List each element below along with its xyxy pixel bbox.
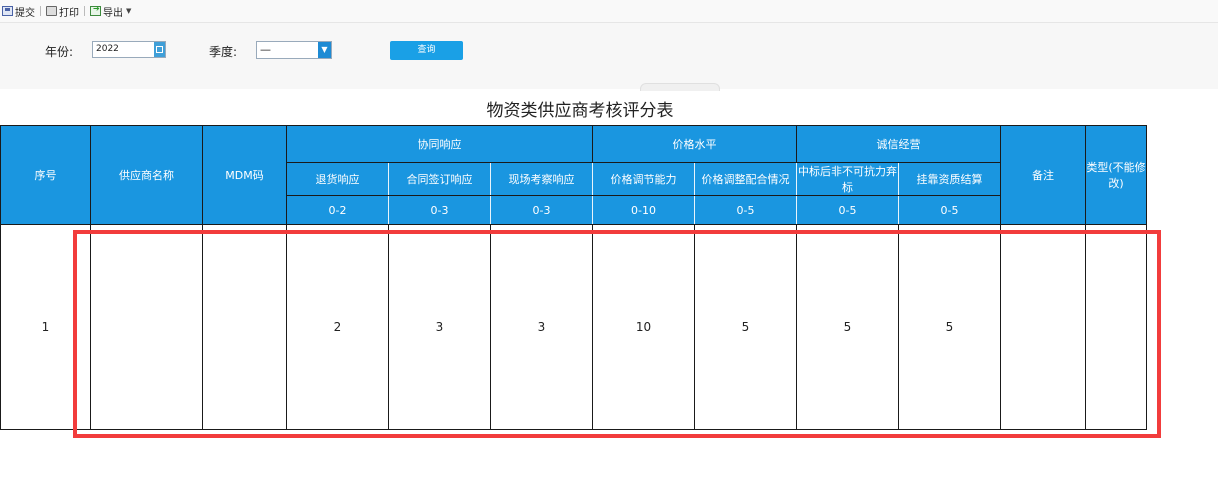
- range-cell: 0-5: [796, 195, 899, 225]
- score-cell[interactable]: 5: [694, 224, 797, 430]
- subheader-cell: 价格调节能力: [592, 162, 695, 196]
- collapse-panel-handle[interactable]: [640, 83, 720, 91]
- submit-button[interactable]: 提交: [0, 4, 37, 19]
- query-button[interactable]: 查询: [390, 41, 463, 60]
- print-button[interactable]: 打印: [44, 4, 81, 19]
- mdm-code-cell[interactable]: [202, 224, 287, 430]
- score-cell[interactable]: 5: [796, 224, 899, 430]
- header-group-price: 价格水平: [592, 125, 797, 163]
- range-cell: 0-10: [592, 195, 695, 225]
- header-group-integrity: 诚信经营: [796, 125, 1001, 163]
- score-cell[interactable]: 2: [286, 224, 389, 430]
- year-label: 年份:: [45, 45, 74, 59]
- score-cell[interactable]: 3: [388, 224, 491, 430]
- subheader-cell: 价格调整配合情况: [694, 162, 797, 196]
- subheader-cell: 现场考察响应: [490, 162, 593, 196]
- subheader-cell: 退货响应: [286, 162, 389, 196]
- score-cell[interactable]: 10: [592, 224, 695, 430]
- season-label: 季度:: [209, 45, 238, 59]
- export-icon: [90, 4, 101, 16]
- submit-label: 提交: [15, 7, 35, 19]
- score-cell[interactable]: 5: [898, 224, 1001, 430]
- calendar-icon[interactable]: [154, 42, 165, 57]
- header-supplier-name: 供应商名称: [90, 125, 203, 225]
- filter-panel: [0, 23, 1218, 89]
- header-mdm-code: MDM码: [202, 125, 287, 225]
- toolbar-divider: [84, 6, 85, 16]
- chevron-down-icon[interactable]: ▼: [126, 7, 131, 15]
- header-type: 类型(不能修改): [1085, 125, 1147, 225]
- row-seq: 1: [0, 224, 91, 430]
- chevron-down-icon[interactable]: ▼: [318, 42, 331, 58]
- subheader-cell: 中标后非不可抗力弃标: [796, 162, 899, 196]
- range-cell: 0-2: [286, 195, 389, 225]
- header-group-response: 协同响应: [286, 125, 593, 163]
- header-remark: 备注: [1000, 125, 1086, 225]
- subheader-cell: 合同签订响应: [388, 162, 491, 196]
- print-label: 打印: [59, 7, 79, 19]
- printer-icon: [46, 6, 57, 16]
- subheader-cell: 挂靠资质结算: [898, 162, 1001, 196]
- remark-cell[interactable]: [1000, 224, 1086, 430]
- page-title: 物资类供应商考核评分表: [486, 101, 674, 121]
- toolbar: 提交 打印 导出 ▼: [0, 0, 1218, 23]
- range-cell: 0-3: [388, 195, 491, 225]
- type-cell: [1085, 224, 1147, 430]
- export-button[interactable]: 导出 ▼: [88, 4, 133, 19]
- range-cell: 0-3: [490, 195, 593, 225]
- score-table: 序号 供应商名称 MDM码 协同响应 价格水平 诚信经营 备注 类型(不能修改)…: [0, 125, 1147, 430]
- supplier-name-cell[interactable]: [90, 224, 203, 430]
- save-icon: [2, 6, 13, 16]
- score-cell[interactable]: 3: [490, 224, 593, 430]
- range-cell: 0-5: [694, 195, 797, 225]
- header-seq: 序号: [0, 125, 91, 225]
- table-row: 1 2 3 3 10 5 5 5: [0, 224, 1147, 430]
- toolbar-divider: [40, 6, 41, 16]
- export-label: 导出: [103, 7, 123, 19]
- range-cell: 0-5: [898, 195, 1001, 225]
